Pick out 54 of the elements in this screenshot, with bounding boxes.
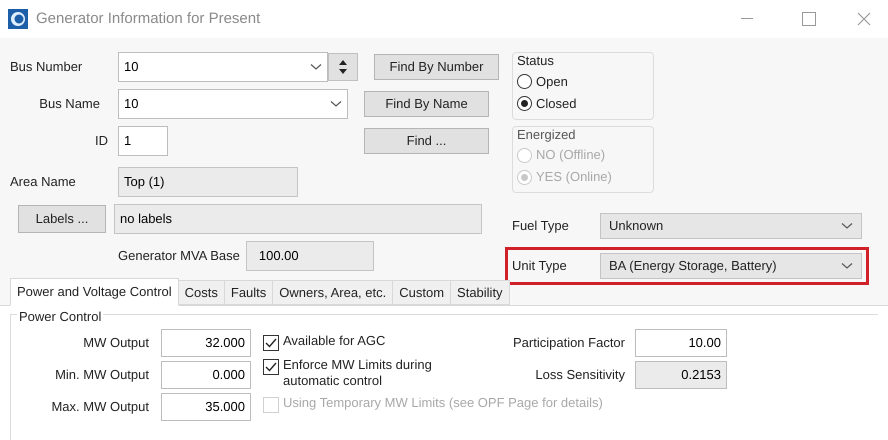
push-button[interactable]: Labels ... <box>18 205 106 233</box>
field-label: Bus Name <box>38 95 101 114</box>
radio-label: NO (Offline) <box>536 146 606 164</box>
field-label: Fuel Type <box>512 217 570 236</box>
tab[interactable]: Costs <box>178 280 225 305</box>
radio-label: Open <box>536 72 568 91</box>
radio-label: YES (Online) <box>536 168 612 186</box>
number-field[interactable]: 0.000 <box>161 360 251 388</box>
dropdown-field[interactable]: Unknown <box>600 213 862 239</box>
field-label: Unit Type <box>512 257 568 276</box>
checkbox-label: Using Temporary MW Limits (see OPF Page for details) <box>283 394 603 410</box>
radio-button[interactable] <box>517 74 532 89</box>
spinner-icon[interactable] <box>328 53 358 81</box>
tab[interactable]: Power and Voltage Control <box>10 278 179 306</box>
radio-label: Closed <box>536 94 576 113</box>
field-label: Generator MVA Base <box>118 247 240 266</box>
area-name-field: Top (1) <box>118 167 298 197</box>
bus-number-field[interactable]: 10 <box>118 52 328 82</box>
number-field[interactable]: 35.000 <box>161 392 251 420</box>
checkbox[interactable] <box>263 334 279 350</box>
tab[interactable]: Faults <box>224 280 274 305</box>
field-label: Max. MW Output <box>50 398 149 416</box>
checkbox-label: Enforce MW Limits during automatic control <box>283 356 433 388</box>
tab[interactable]: Owners, Area, etc. <box>272 280 394 305</box>
group-title: Energized <box>517 126 577 144</box>
push-button[interactable]: Find ... <box>364 128 489 154</box>
field-label: Bus Number <box>10 58 84 76</box>
window-title: Generator Information for Present <box>36 8 260 29</box>
field-label: Loss Sensitivity <box>534 366 625 384</box>
number-field[interactable]: 32.000 <box>161 328 251 356</box>
mva-base-field: 100.00 <box>246 241 374 271</box>
bus-name-field[interactable]: 10 <box>118 89 348 119</box>
dropdown-field[interactable]: BA (Energy Storage, Battery) <box>600 253 862 279</box>
field-label: Area Name <box>10 173 77 192</box>
close-icon <box>857 12 871 26</box>
field-label: MW Output <box>82 334 149 352</box>
checkbox[interactable] <box>263 358 279 374</box>
push-button[interactable]: Find By Number <box>374 54 499 80</box>
tab[interactable]: Custom <box>392 280 452 305</box>
push-button[interactable]: Find By Name <box>364 91 489 117</box>
labels-field: no labels <box>114 204 482 234</box>
field-label: Participation Factor <box>512 334 625 352</box>
radio-button[interactable] <box>517 96 532 111</box>
tab[interactable]: Stability <box>450 280 510 305</box>
number-field[interactable]: 10.00 <box>635 328 727 356</box>
app-logo-icon <box>8 9 28 29</box>
minimize-icon <box>741 18 753 20</box>
field-label: ID <box>94 132 109 150</box>
field-label: Min. MW Output <box>54 366 149 384</box>
number-field: 0.2153 <box>635 360 727 388</box>
id-field[interactable]: 1 <box>118 126 168 156</box>
group-title: Status <box>517 52 555 70</box>
checkbox-label: Available for AGC <box>283 332 386 348</box>
maximize-icon <box>802 12 816 26</box>
